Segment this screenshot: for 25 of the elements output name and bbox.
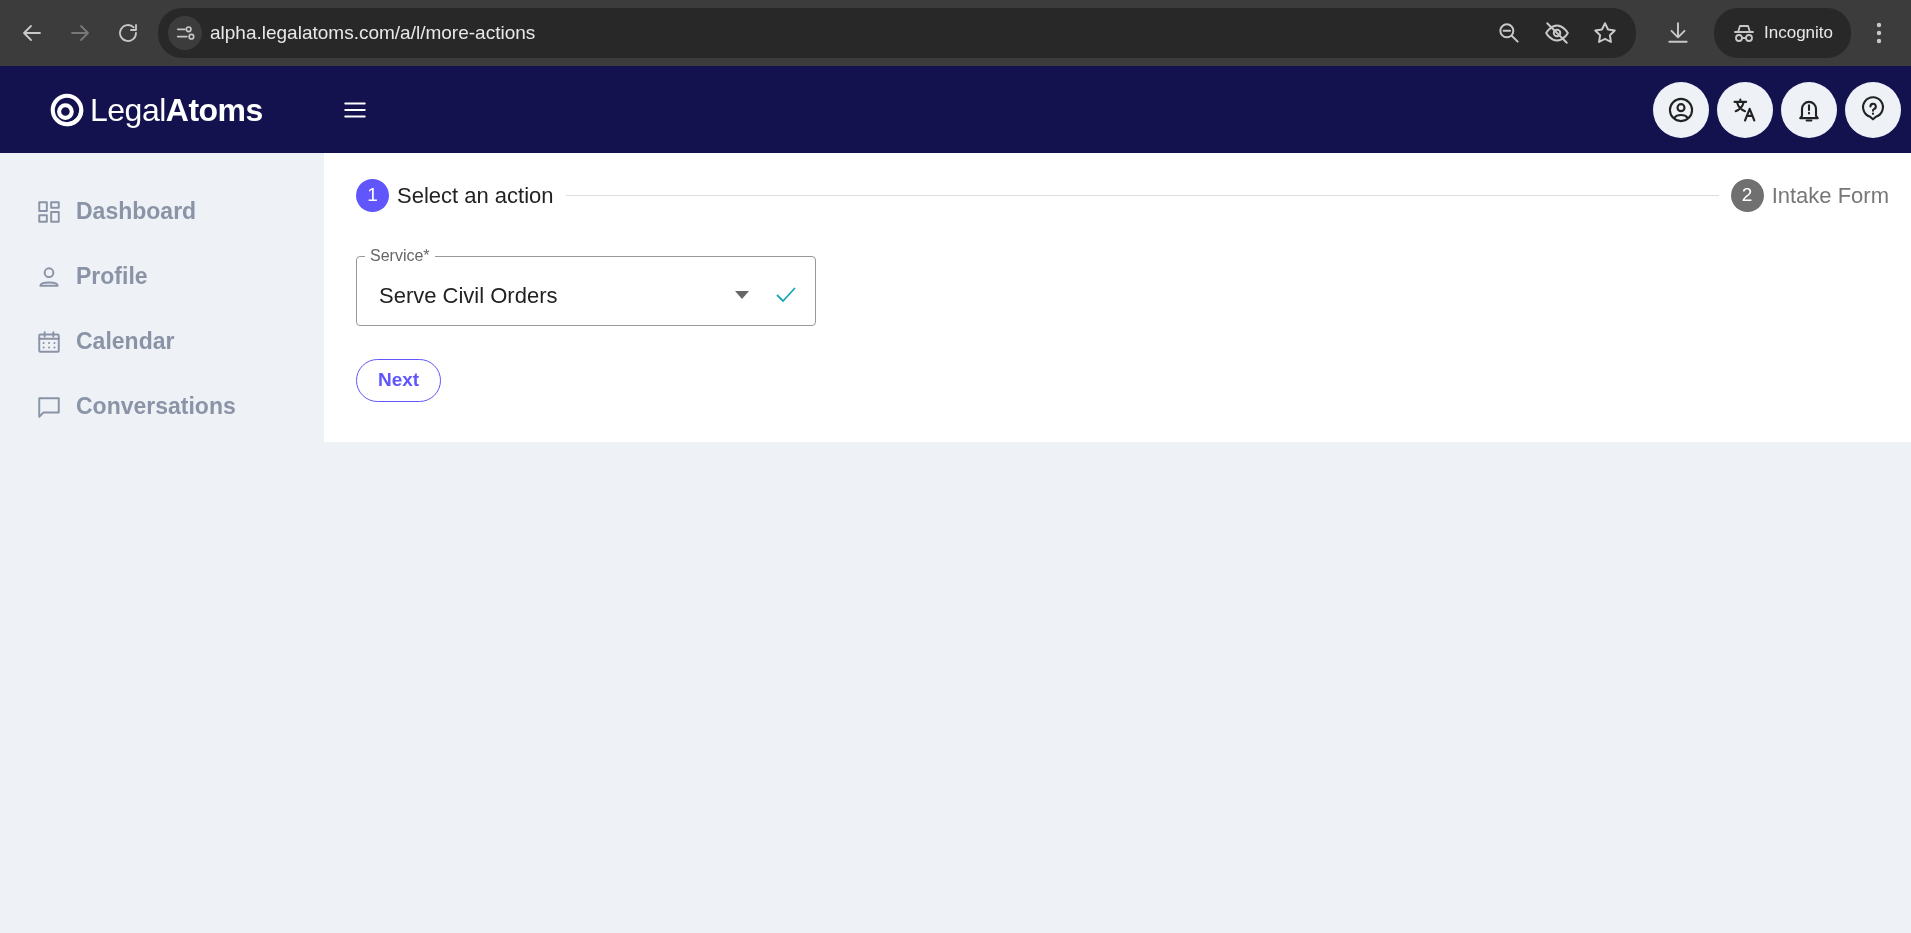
step-number: 2 [1730, 179, 1764, 212]
download-icon [1665, 20, 1691, 46]
field-label: Service* [369, 246, 431, 266]
sidebar-item[interactable]: Conversations [0, 374, 324, 439]
eye-slash-icon [1544, 20, 1570, 46]
url-text: alpha.legalatoms.com/a/l/more-actions [210, 20, 537, 45]
sidebar-item[interactable]: Profile [0, 244, 324, 309]
step-label: Select an action [397, 182, 554, 210]
dropdown-caret-icon [735, 291, 749, 299]
kebab-menu-icon [1876, 22, 1882, 44]
address-bar[interactable]: alpha.legalatoms.com/a/l/more-actions [158, 8, 1636, 58]
logo-text: LegalAtoms [90, 90, 263, 130]
zoom-icon [1496, 20, 1522, 46]
user-icon [1667, 95, 1695, 124]
step-number: 1 [356, 179, 389, 212]
star-icon [1592, 20, 1618, 46]
calendar-icon [36, 328, 62, 355]
incognito-button[interactable]: Incognito [1714, 8, 1851, 58]
sidebar-item[interactable]: Dashboard [0, 179, 324, 244]
sidebar-item[interactable]: Calendar [0, 309, 324, 374]
dashboard-icon [36, 198, 62, 225]
service-select[interactable]: Service* Serve Civil Orders [356, 246, 816, 326]
step-label: Intake Form [1771, 182, 1889, 210]
reload-icon [116, 21, 140, 45]
next-button[interactable]: Next [356, 359, 442, 402]
